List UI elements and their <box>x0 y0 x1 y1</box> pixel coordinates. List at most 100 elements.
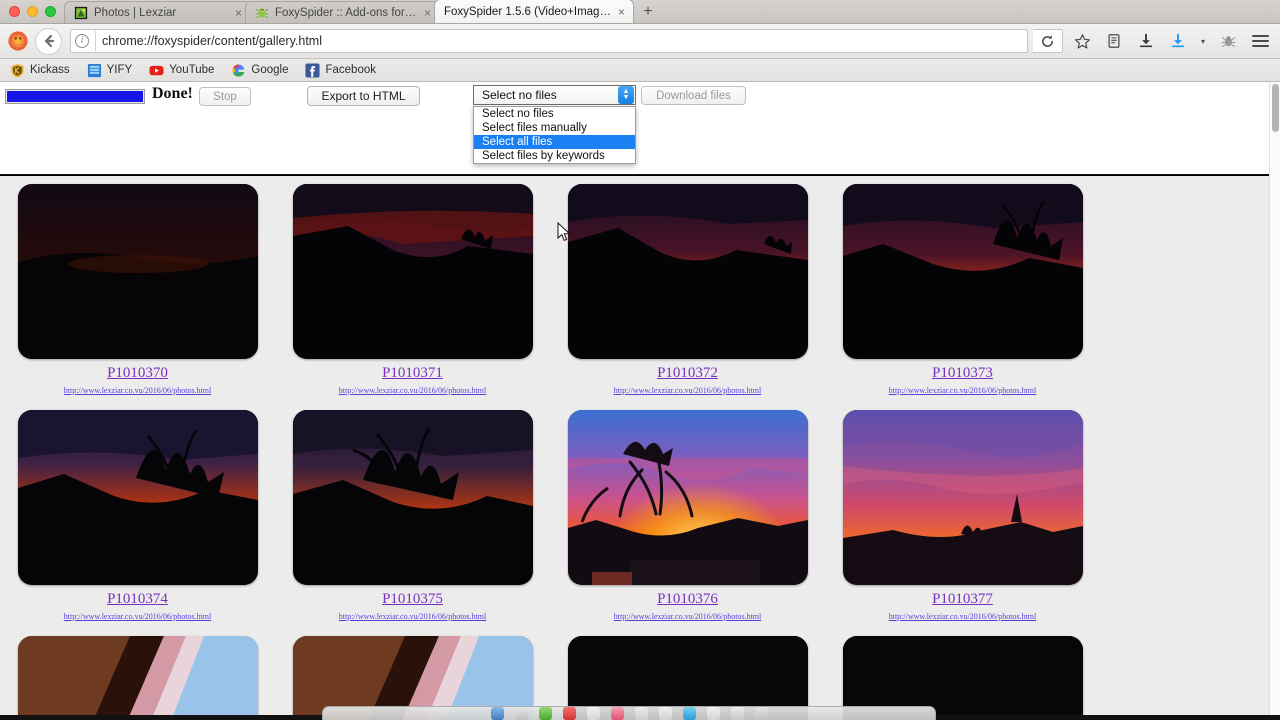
sunset-photo-icon <box>842 410 1083 585</box>
thumbnail-caption[interactable]: P1010371 <box>382 365 443 382</box>
dropdown-option-select-files-manually[interactable]: Select files manually <box>474 121 635 135</box>
tab-foxyspider-gallery[interactable]: FoxySpider 1.5.6 (Video+Image... × <box>434 0 634 23</box>
dock-icon-contacts[interactable] <box>586 707 600 720</box>
thumbnail-source-link[interactable]: http://www.lexziar.co.vu/2016/06/photos.… <box>339 612 486 621</box>
tab-label: FoxySpider :: Add-ons for F... <box>275 6 418 19</box>
thumbnail-source-link[interactable]: http://www.lexziar.co.vu/2016/06/photos.… <box>614 386 761 395</box>
minimize-window-button[interactable] <box>27 6 38 17</box>
bookmark-youtube[interactable]: YouTube <box>149 63 214 78</box>
gallery-item[interactable]: P1010376 http://www.lexziar.co.vu/2016/0… <box>550 410 825 621</box>
dock-icon-trash[interactable] <box>754 707 768 720</box>
dropdown-option-select-no-files[interactable]: Select no files <box>474 107 635 121</box>
thumbnail-p1010375[interactable] <box>292 410 533 585</box>
downloads-active-button[interactable] <box>1165 28 1191 54</box>
vertical-scrollbar[interactable] <box>1269 82 1280 720</box>
export-to-html-button[interactable]: Export to HTML <box>307 86 420 106</box>
chevron-down-icon[interactable]: ▾ <box>1197 37 1209 46</box>
gallery-item[interactable]: P1010372 http://www.lexziar.co.vu/2016/0… <box>550 184 825 395</box>
sunset-photo-icon <box>292 410 533 585</box>
dock-icon-finder[interactable] <box>490 707 504 720</box>
stop-button[interactable]: Stop <box>199 87 251 106</box>
dock-icon-safari[interactable] <box>538 707 552 720</box>
dropdown-option-select-files-by-keywords[interactable]: Select files by keywords <box>474 149 635 163</box>
tab-label: FoxySpider 1.5.6 (Video+Image... <box>444 5 612 18</box>
zoom-window-button[interactable] <box>45 6 56 17</box>
bookmark-google[interactable]: Google <box>231 63 288 78</box>
back-button[interactable] <box>35 27 62 55</box>
thumbnail-caption[interactable]: P1010377 <box>932 591 993 608</box>
thumbnail-caption[interactable]: P1010373 <box>932 365 993 382</box>
foxyspider-toolbar-button[interactable] <box>1215 28 1241 54</box>
reload-button[interactable] <box>1033 29 1063 53</box>
sunset-photo-icon <box>17 410 258 585</box>
menu-line <box>1251 40 1269 42</box>
thumbnail-p1010370[interactable] <box>17 184 258 359</box>
thumbnail-partial-1[interactable] <box>17 636 258 720</box>
reader-view-button[interactable] <box>1101 28 1127 54</box>
thumbnail-p1010377[interactable] <box>842 410 1083 585</box>
sunset-photo-icon <box>567 410 808 585</box>
gallery-item[interactable]: P1010371 http://www.lexziar.co.vu/2016/0… <box>275 184 550 395</box>
bookmark-kickass[interactable]: Kickass <box>10 63 70 78</box>
thumbnail-source-link[interactable]: http://www.lexziar.co.vu/2016/06/photos.… <box>64 386 211 395</box>
thumbnail-caption[interactable]: P1010376 <box>657 591 718 608</box>
new-tab-button[interactable]: + <box>634 1 662 23</box>
thumbnail-source-link[interactable]: http://www.lexziar.co.vu/2016/06/photos.… <box>614 612 761 621</box>
gallery-item[interactable]: P1010375 http://www.lexziar.co.vu/2016/0… <box>275 410 550 621</box>
dock-icon-photos[interactable] <box>610 707 624 720</box>
address-bar[interactable]: i chrome://foxyspider/content/gallery.ht… <box>70 29 1028 53</box>
close-window-button[interactable] <box>9 6 20 17</box>
progress-fill <box>7 91 143 102</box>
dock-icon-messages[interactable] <box>634 707 648 720</box>
thumbnail-caption[interactable]: P1010372 <box>657 365 718 382</box>
dock-icon-settings[interactable] <box>730 707 744 720</box>
address-bar-url: chrome://foxyspider/content/gallery.html <box>102 34 323 48</box>
tab-close-icon[interactable]: × <box>424 7 431 19</box>
select-files-dropdown-menu[interactable]: Select no files Select files manually Se… <box>473 106 636 164</box>
chevron-updown-icon: ▲ ▼ <box>618 86 634 104</box>
dropdown-option-select-all-files[interactable]: Select all files <box>474 135 635 149</box>
tab-close-icon[interactable]: × <box>618 6 625 18</box>
tab-close-icon[interactable]: × <box>235 7 242 19</box>
select-files-value: Select no files <box>482 88 557 102</box>
thumbnail-p1010376[interactable] <box>567 410 808 585</box>
thumbnail-source-link[interactable]: http://www.lexziar.co.vu/2016/06/photos.… <box>339 386 486 395</box>
site-info-icon[interactable]: i <box>75 34 89 48</box>
thumbnail-caption[interactable]: P1010370 <box>107 365 168 382</box>
bookmark-facebook[interactable]: Facebook <box>305 62 376 78</box>
bookmark-yify[interactable]: YIFY <box>87 63 132 78</box>
tab-photos-lexziar[interactable]: Photos | Lexziar × <box>64 1 251 23</box>
dock-icon-mail[interactable] <box>562 707 576 720</box>
dock-icon-music[interactable] <box>682 707 696 720</box>
thumbnail-source-link[interactable]: http://www.lexziar.co.vu/2016/06/photos.… <box>64 612 211 621</box>
gallery-item[interactable]: P1010374 http://www.lexziar.co.vu/2016/0… <box>0 410 275 621</box>
download-icon <box>1139 33 1153 48</box>
facebook-icon <box>305 62 321 78</box>
tab-foxyspider-addons[interactable]: FoxySpider :: Add-ons for F... × <box>245 1 440 23</box>
select-files-dropdown[interactable]: Select no files ▲ ▼ <box>473 85 636 105</box>
back-arrow-icon <box>44 34 54 48</box>
dock-icon-launchpad[interactable] <box>514 707 528 720</box>
bookmark-star-button[interactable] <box>1069 28 1095 54</box>
gallery-item[interactable] <box>0 636 275 720</box>
download-files-button[interactable]: Download files <box>641 86 746 105</box>
download-button[interactable] <box>1133 28 1159 54</box>
dock-icon-maps[interactable] <box>658 707 672 720</box>
youtube-icon <box>149 65 164 75</box>
thumbnail-caption[interactable]: P1010375 <box>382 591 443 608</box>
thumbnail-source-link[interactable]: http://www.lexziar.co.vu/2016/06/photos.… <box>889 386 1036 395</box>
thumbnail-caption[interactable]: P1010374 <box>107 591 168 608</box>
thumbnail-p1010373[interactable] <box>842 184 1083 359</box>
firefox-logo-icon[interactable] <box>7 30 29 52</box>
bookmarks-bar: Kickass YIFY YouTube Google Facebook <box>0 59 1280 82</box>
gallery-item[interactable]: P1010377 http://www.lexziar.co.vu/2016/0… <box>825 410 1100 621</box>
thumbnail-p1010372[interactable] <box>567 184 808 359</box>
scrollbar-thumb[interactable] <box>1272 84 1279 132</box>
dock-icon-appstore[interactable] <box>706 707 720 720</box>
thumbnail-p1010371[interactable] <box>292 184 533 359</box>
menu-button[interactable] <box>1247 35 1273 47</box>
gallery-item[interactable]: P1010373 http://www.lexziar.co.vu/2016/0… <box>825 184 1100 395</box>
thumbnail-source-link[interactable]: http://www.lexziar.co.vu/2016/06/photos.… <box>889 612 1036 621</box>
gallery-item[interactable]: P1010370 http://www.lexziar.co.vu/2016/0… <box>0 184 275 395</box>
thumbnail-p1010374[interactable] <box>17 410 258 585</box>
